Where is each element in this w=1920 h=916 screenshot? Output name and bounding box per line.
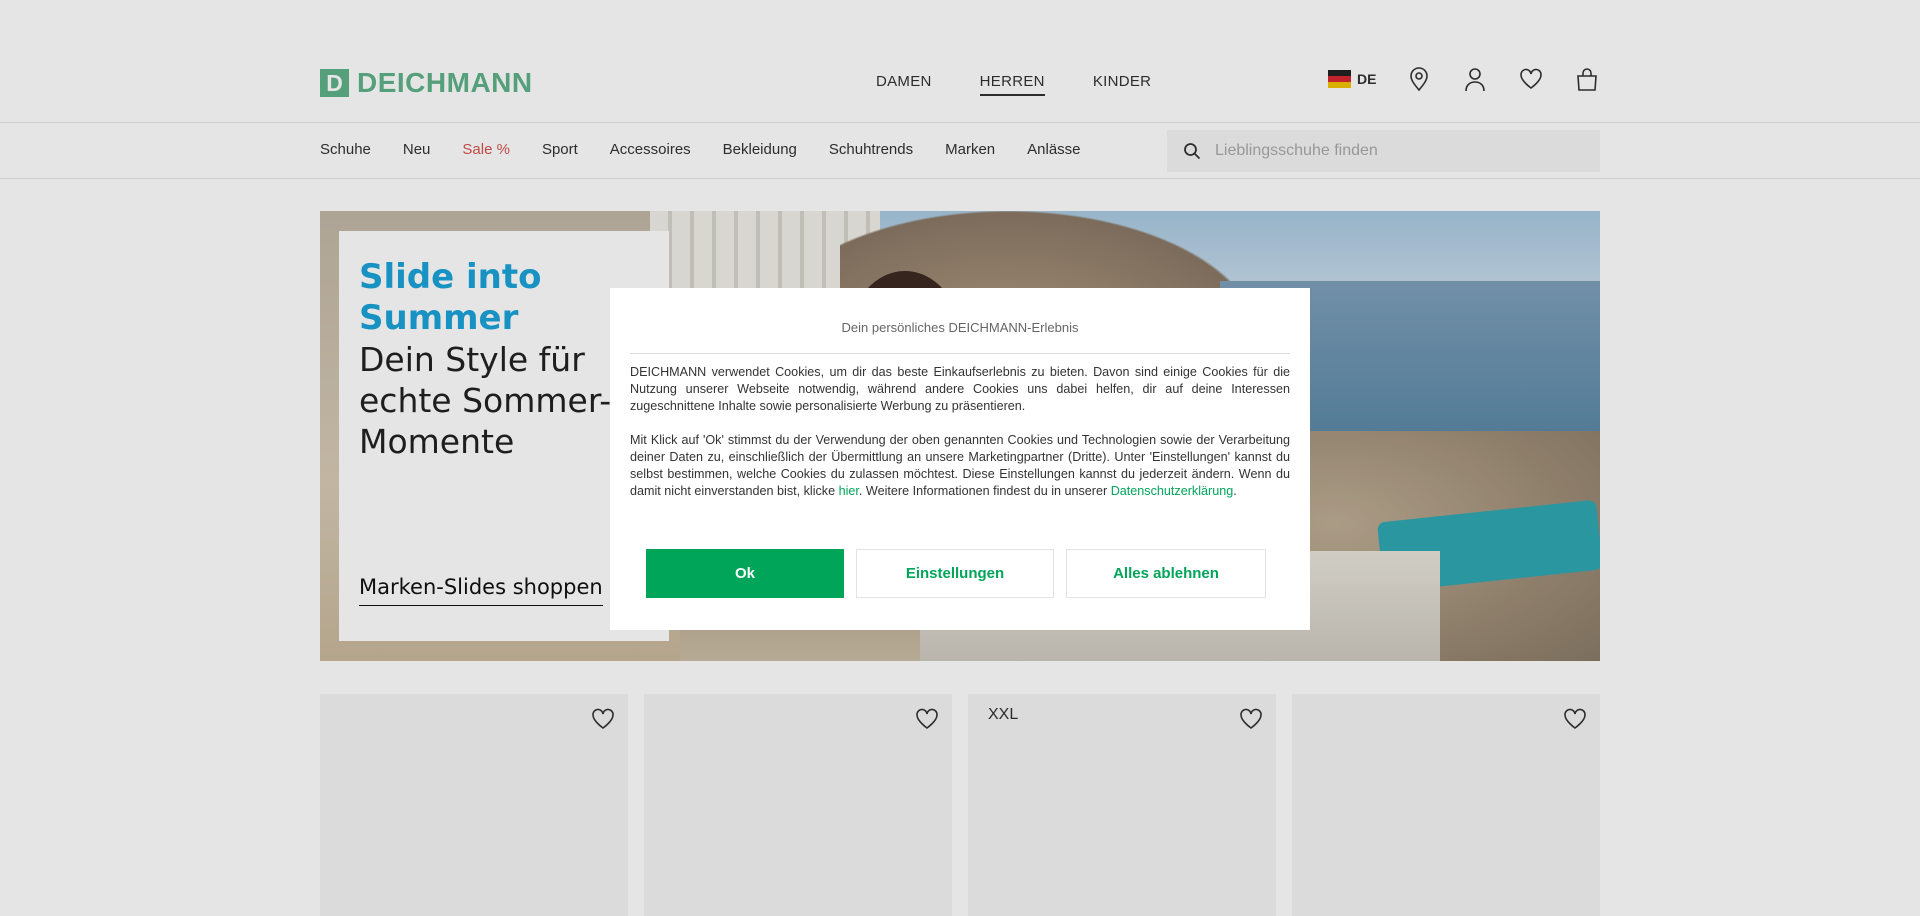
- header-utilities: DE: [1328, 66, 1600, 92]
- category-bar: Schuhe Neu Sale % Sport Accessoires Bekl…: [0, 123, 1920, 179]
- wishlist-heart-icon[interactable]: [914, 706, 940, 732]
- hero-title: Slide into Summer: [359, 257, 542, 338]
- category-marken[interactable]: Marken: [945, 141, 995, 158]
- category-sport[interactable]: Sport: [542, 141, 578, 158]
- category-anlaesse[interactable]: Anlässe: [1027, 141, 1080, 158]
- cookie-paragraph-2: Mit Klick auf 'Ok' stimmst du der Verwen…: [630, 432, 1290, 500]
- search-icon[interactable]: [1183, 142, 1201, 160]
- logo-wordmark: DEICHMANN: [357, 67, 533, 98]
- cookie-paragraph-2-middle: . Weitere Informationen findest du in un…: [858, 484, 1111, 498]
- nav-kinder[interactable]: KINDER: [1093, 73, 1151, 96]
- wishlist-heart-icon[interactable]: [1238, 706, 1264, 732]
- product-grid: XXL: [320, 694, 1600, 916]
- cookie-paragraph-1: DEICHMANN verwendet Cookies, um dir das …: [630, 365, 1290, 413]
- cookie-settings-button[interactable]: Einstellungen: [856, 549, 1054, 598]
- search-box: [1167, 130, 1600, 172]
- deichmann-logo[interactable]: D DEICHMANN: [320, 67, 533, 98]
- cookie-dialog-text: DEICHMANN verwendet Cookies, um dir das …: [630, 364, 1290, 500]
- product-tile[interactable]: XXL: [968, 694, 1276, 916]
- category-accessoires[interactable]: Accessoires: [610, 141, 691, 158]
- nav-herren[interactable]: HERREN: [979, 73, 1045, 96]
- language-label: DE: [1357, 71, 1377, 87]
- cookie-dialog-title: Dein persönliches DEICHMANN-Erlebnis: [630, 320, 1290, 354]
- wishlist-heart-icon[interactable]: [590, 706, 616, 732]
- product-badge: XXL: [988, 706, 1019, 723]
- shopping-bag-icon[interactable]: [1574, 66, 1600, 92]
- nav-damen[interactable]: DAMEN: [876, 73, 932, 96]
- privacy-policy-link[interactable]: Datenschutzerklärung: [1111, 484, 1234, 498]
- user-icon[interactable]: [1462, 66, 1488, 92]
- german-flag-icon: [1328, 70, 1351, 88]
- product-tile[interactable]: [1292, 694, 1600, 916]
- site-header: D DEICHMANN DAMEN HERREN KINDER DE: [0, 0, 1920, 123]
- cookie-paragraph-2-end: .: [1233, 484, 1237, 498]
- wishlist-heart-icon[interactable]: [1562, 706, 1588, 732]
- category-neu[interactable]: Neu: [403, 141, 431, 158]
- hero-cta-link[interactable]: Marken-Slides shoppen: [359, 575, 603, 606]
- category-schuhtrends[interactable]: Schuhtrends: [829, 141, 913, 158]
- reject-here-link[interactable]: hier: [839, 484, 859, 498]
- category-bekleidung[interactable]: Bekleidung: [723, 141, 797, 158]
- category-schuhe[interactable]: Schuhe: [320, 141, 371, 158]
- reject-all-button[interactable]: Alles ablehnen: [1066, 549, 1266, 598]
- accept-cookies-button[interactable]: Ok: [646, 549, 844, 598]
- category-sale[interactable]: Sale %: [462, 141, 510, 158]
- heart-icon[interactable]: [1518, 66, 1544, 92]
- hero-subtitle: Dein Style für echte Sommer-Momente: [359, 340, 612, 461]
- gender-nav: DAMEN HERREN KINDER: [876, 73, 1151, 96]
- product-tile[interactable]: [644, 694, 952, 916]
- product-tile[interactable]: [320, 694, 628, 916]
- logo-mark: D: [320, 69, 349, 97]
- cookie-consent-dialog: Dein persönliches DEICHMANN-Erlebnis DEI…: [610, 288, 1310, 630]
- language-selector[interactable]: DE: [1328, 70, 1376, 88]
- cookie-dialog-buttons: Ok Einstellungen Alles ablehnen: [646, 549, 1266, 598]
- search-input[interactable]: [1215, 142, 1575, 160]
- category-nav: Schuhe Neu Sale % Sport Accessoires Bekl…: [320, 141, 1113, 158]
- location-pin-icon[interactable]: [1406, 66, 1432, 92]
